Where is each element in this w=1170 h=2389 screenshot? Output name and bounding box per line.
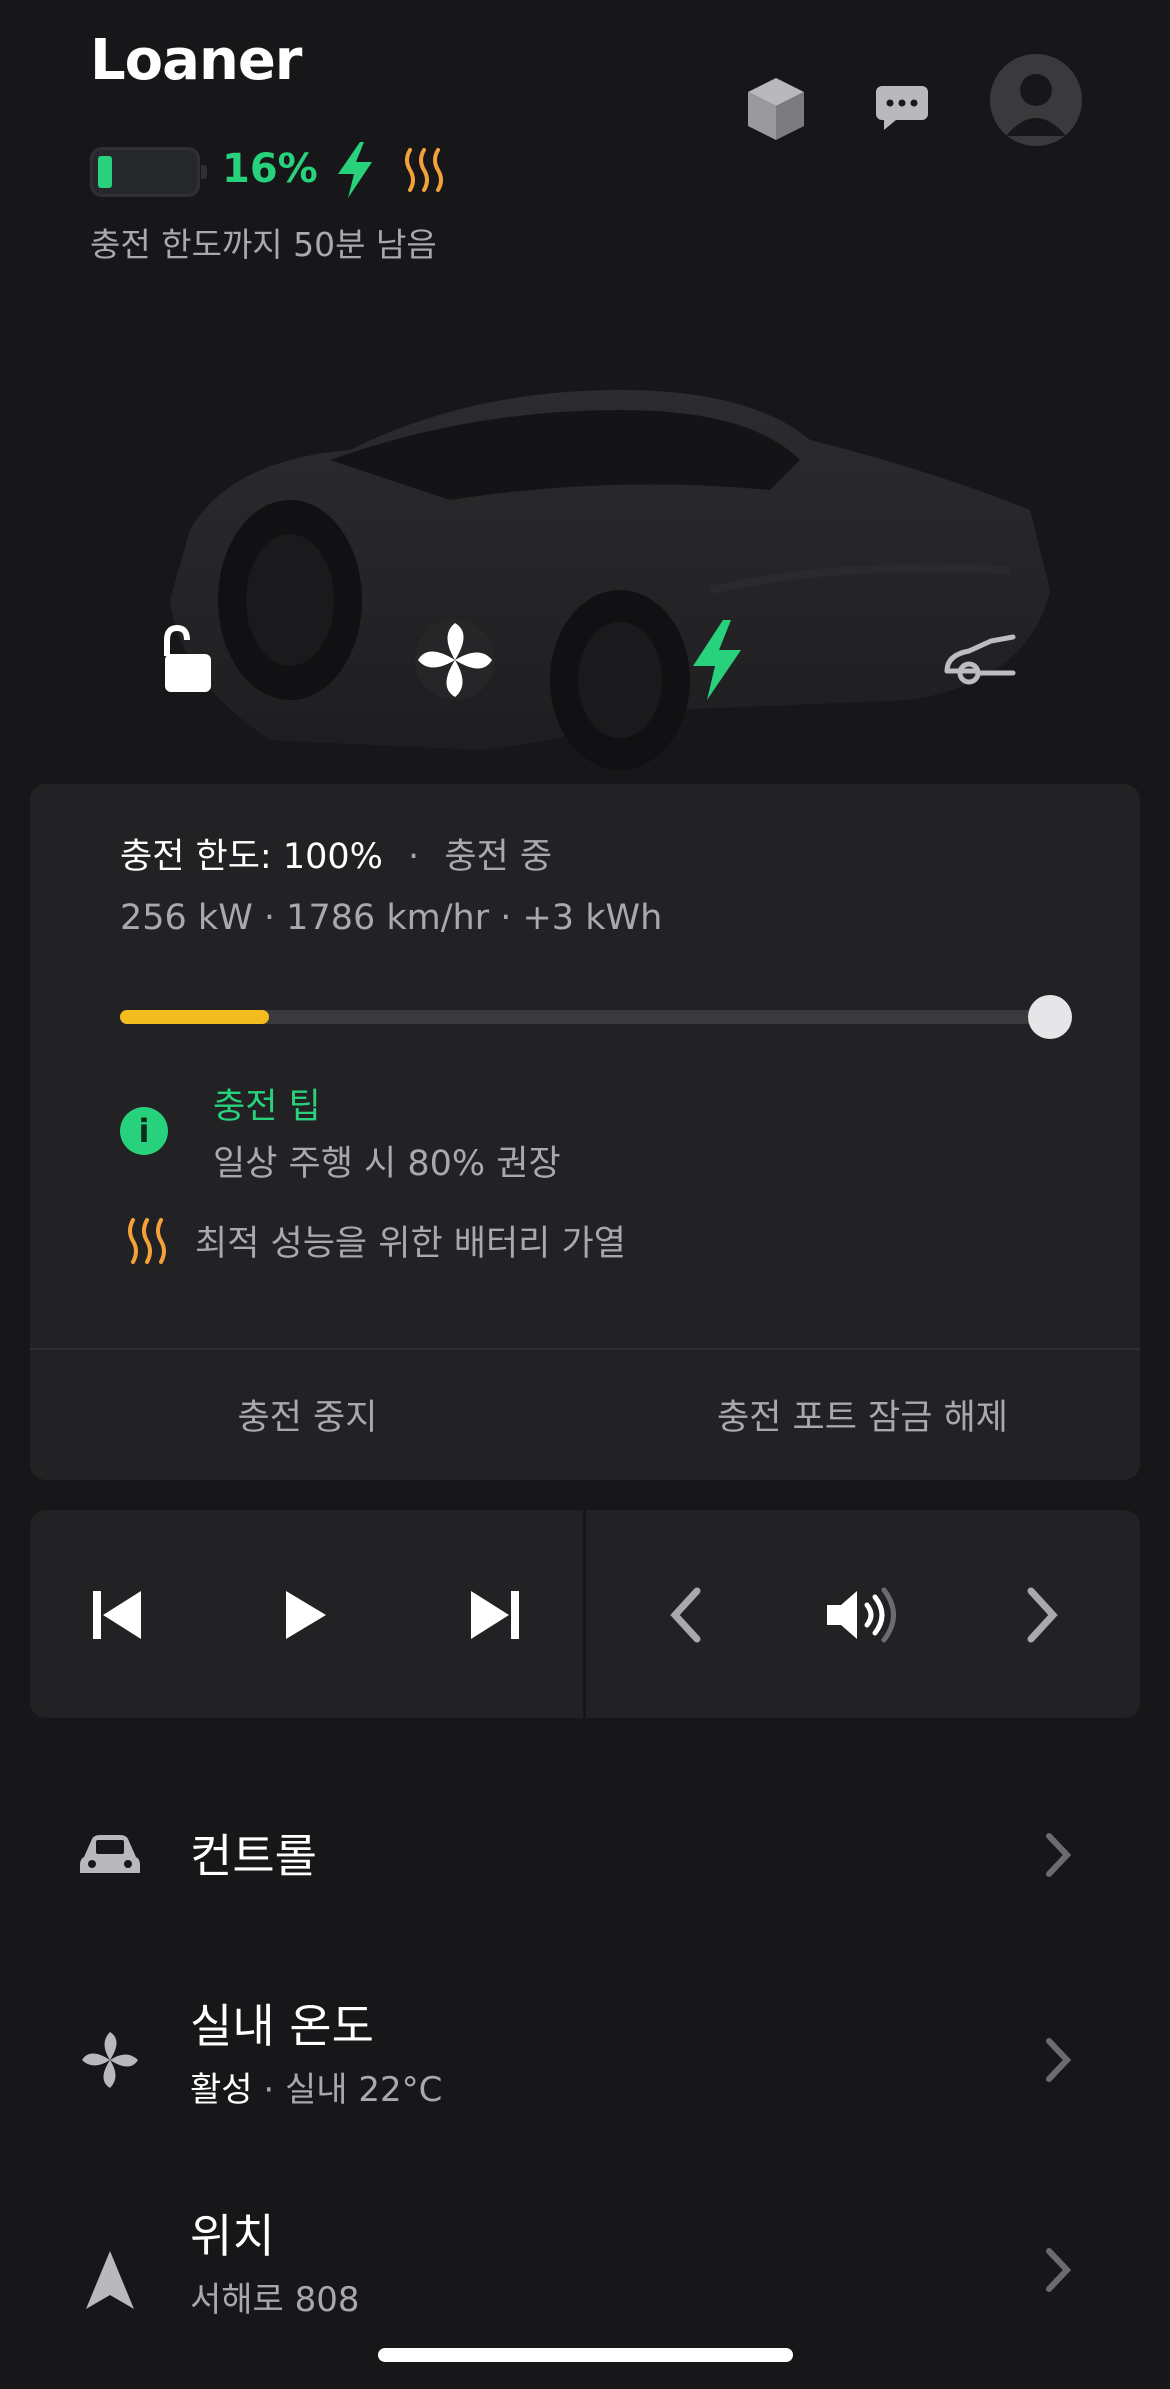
battery-heating-text: 최적 성능을 위한 배터리 가열 [195, 1224, 626, 1264]
car-icon [70, 1815, 150, 1895]
tip-body: 일상 주행 시 80% 권장 [213, 1144, 561, 1184]
climate-status: 활성 [190, 2070, 253, 2110]
vehicle-name[interactable]: Loaner [90, 28, 302, 93]
list-item-controls[interactable]: 컨트롤 [0, 1790, 1170, 1920]
charge-limit-line: 충전 한도: 100% · 충전 중 [120, 828, 552, 879]
cube-icon[interactable] [726, 58, 826, 158]
charge-stats: 256 kW · 1786 km/hr · +3 kWh [120, 898, 663, 938]
lightning-icon[interactable] [662, 605, 772, 715]
chat-icon[interactable] [852, 58, 952, 158]
list-item-climate[interactable]: 실내 온도 활성 · 실내 22°C [0, 1980, 1170, 2140]
row-title: 컨트롤 [190, 1829, 317, 1883]
battery-fill [98, 156, 112, 188]
interior-temp: · 실내 22°C [252, 2070, 443, 2110]
heat-icon [124, 1216, 170, 1270]
battery-percent: 16% [222, 146, 318, 192]
fan-icon [70, 2020, 150, 2100]
charge-status: 충전 중 [444, 837, 553, 877]
next-source-icon[interactable] [988, 1560, 1098, 1670]
row-title: 위치 [190, 2209, 275, 2263]
car-image [150, 380, 1050, 780]
chevron-right-icon [1030, 1827, 1086, 1883]
list-item-location[interactable]: 위치 서해로 808 [0, 2190, 1170, 2350]
stop-charging-button[interactable]: 충전 중지 [30, 1348, 585, 1480]
volume-icon[interactable] [805, 1560, 915, 1670]
separator: · [408, 837, 420, 877]
charge-level-fill [120, 1010, 269, 1024]
charge-time-remaining: 충전 한도까지 50분 남음 [90, 225, 437, 264]
avatar-icon[interactable] [990, 54, 1082, 146]
info-icon: i [120, 1107, 168, 1155]
row-subtitle: 활성 · 실내 22°C [190, 2062, 442, 2111]
home-indicator[interactable] [378, 2348, 793, 2362]
fan-icon[interactable] [400, 605, 510, 715]
previous-track-icon[interactable] [62, 1560, 172, 1670]
unlock-icon[interactable] [128, 605, 238, 715]
play-icon[interactable] [250, 1560, 360, 1670]
lightning-icon [334, 142, 376, 202]
row-title: 실내 온도 [190, 1999, 374, 2053]
previous-source-icon[interactable] [630, 1560, 740, 1670]
navigation-arrow-icon [70, 2240, 150, 2320]
chevron-right-icon [1030, 2242, 1086, 2298]
frunk-icon[interactable] [924, 605, 1034, 715]
chevron-right-icon [1030, 2032, 1086, 2088]
charge-limit-slider-handle[interactable] [1028, 995, 1072, 1039]
charge-limit[interactable]: 충전 한도: 100% [120, 837, 383, 877]
unlock-charge-port-button[interactable]: 충전 포트 잠금 해제 [585, 1348, 1140, 1480]
heat-icon [400, 146, 448, 198]
divider [583, 1510, 586, 1718]
next-track-icon[interactable] [440, 1560, 550, 1670]
tip-title: 충전 팁 [213, 1087, 321, 1127]
location-address: 서해로 808 [190, 2280, 360, 2320]
battery-indicator [90, 147, 207, 197]
